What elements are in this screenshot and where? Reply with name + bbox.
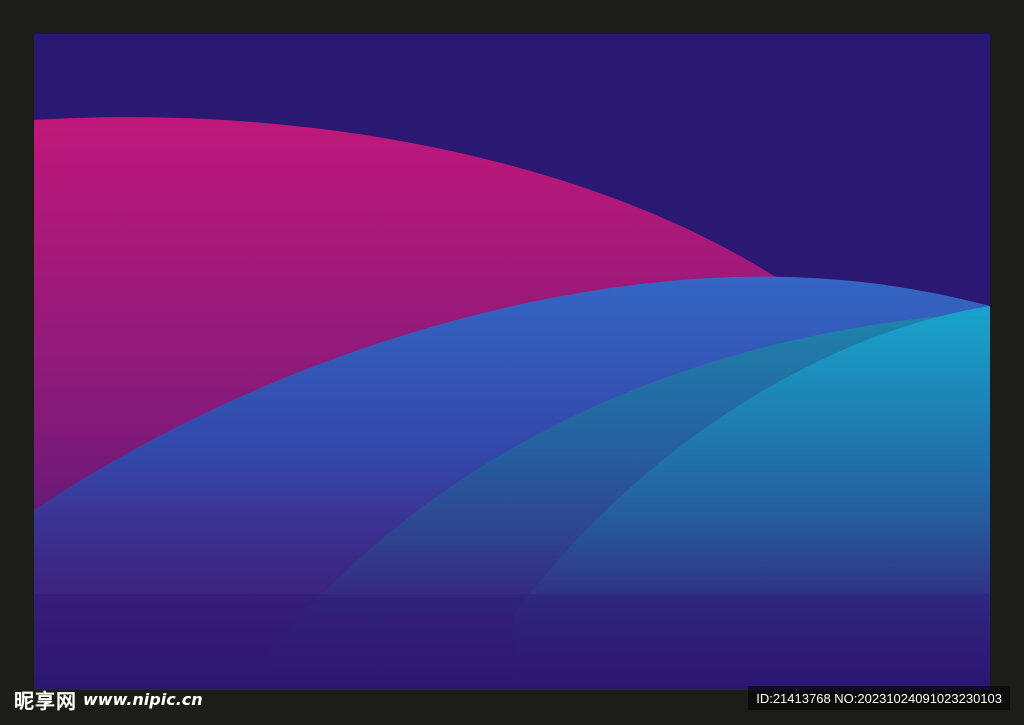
watermark-id: ID:21413768 NO:20231024091023230103 — [748, 686, 1010, 710]
image-frame: 昵享网 www.nipic.cn ID:21413768 NO:20231024… — [0, 0, 1024, 725]
watermark-site: www.nipic.cn — [83, 689, 203, 709]
watermark-brand: 昵享网 — [14, 688, 77, 713]
abstract-wave-artwork — [34, 34, 990, 690]
bottom-shade — [34, 594, 990, 690]
watermark-logo: 昵享网 www.nipic.cn — [14, 686, 203, 713]
